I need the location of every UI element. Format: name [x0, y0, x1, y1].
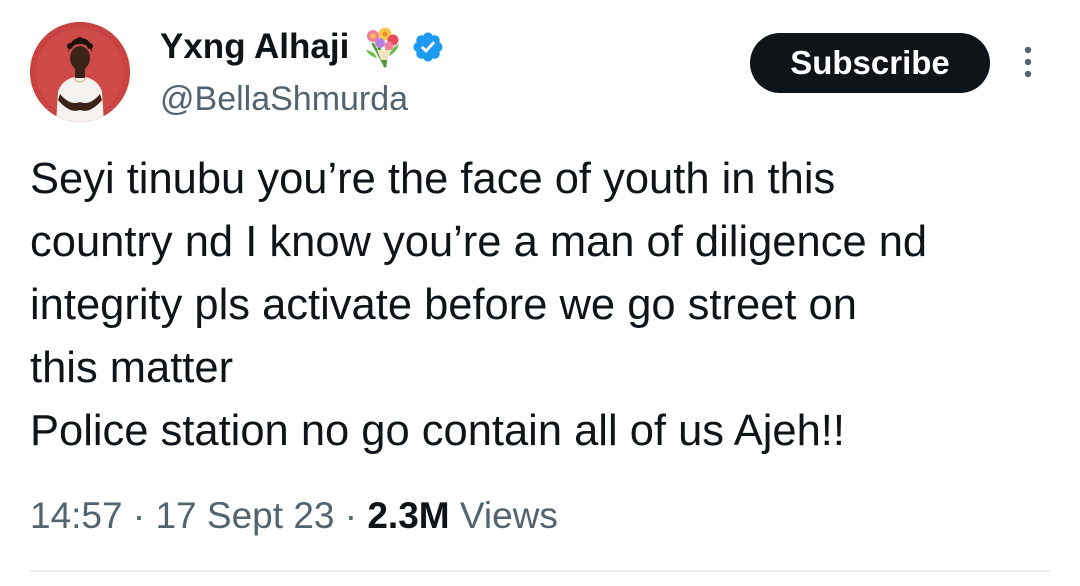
tweet-time[interactable]: 14:57: [30, 495, 123, 536]
author-name-row[interactable]: Yxng Alhaji: [160, 26, 445, 68]
verified-badge-icon[interactable]: [411, 30, 445, 64]
views-count[interactable]: 2.3M: [367, 495, 449, 536]
avatar[interactable]: [30, 22, 130, 122]
tweet-text-line: Police station no go contain all of us A…: [30, 407, 845, 455]
views-label[interactable]: Views: [460, 495, 558, 536]
more-vertical-icon[interactable]: [1014, 44, 1042, 84]
divider: [30, 570, 1050, 572]
tweet-text-line: integrity pls activate before we go stre…: [30, 281, 857, 329]
meta-separator: ·: [122, 495, 156, 536]
tweet-text-line: this matter: [30, 344, 234, 392]
avatar-image: [30, 22, 130, 122]
tweet-meta: 14:57 · 17 Sept 23 · 2.3M Views: [30, 494, 558, 538]
tweet-text-line: country nd I know you’re a man of dilige…: [30, 218, 928, 266]
meta-separator: ·: [334, 495, 368, 536]
tweet-text-line: Seyi tinubu you’re the face of youth in …: [30, 155, 836, 203]
author-display-name[interactable]: Yxng Alhaji: [160, 27, 349, 67]
tweet-date[interactable]: 17 Sept 23: [155, 495, 334, 536]
tweet-text: Seyi tinubu you’re the face of youth in …: [30, 148, 1060, 463]
subscribe-button[interactable]: Subscribe: [750, 33, 990, 93]
bouquet-icon: [363, 26, 403, 68]
author-handle[interactable]: @BellaShmurda: [160, 80, 408, 118]
